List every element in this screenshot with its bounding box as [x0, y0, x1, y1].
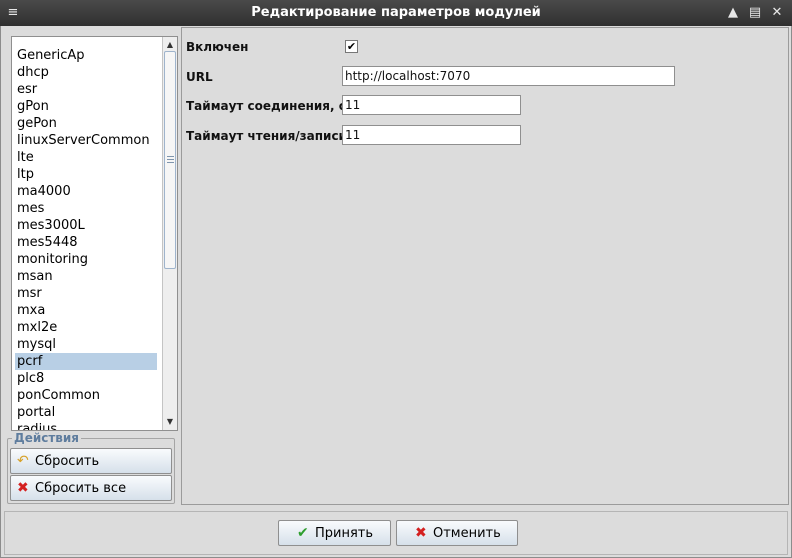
list-item[interactable]: plc8 [15, 370, 157, 387]
conn-timeout-field[interactable]: 11 [342, 95, 521, 115]
accept-button[interactable]: ✔ Принять [278, 520, 391, 546]
list-item[interactable]: msan [15, 268, 157, 285]
list-item[interactable]: mxa [15, 302, 157, 319]
accept-button-label: Принять [315, 526, 374, 541]
list-item[interactable]: radius [15, 421, 157, 430]
minimize-icon[interactable]: ▲ [724, 4, 742, 22]
list-item[interactable]: esr [15, 81, 157, 98]
list-item[interactable]: mes [15, 200, 157, 217]
list-item[interactable]: mxl2e [15, 319, 157, 336]
rw-timeout-label: Таймаут чтения/записи, с [186, 129, 363, 143]
list-item[interactable]: gPon [15, 98, 157, 115]
checkmark-icon: ✔ [346, 40, 357, 53]
scrollbar-thumb[interactable] [164, 51, 176, 269]
list-item[interactable]: linuxServerCommon [15, 132, 157, 149]
list-item[interactable]: lte [15, 149, 157, 166]
list-item[interactable]: msr [15, 285, 157, 302]
list-item[interactable]: dhcp [15, 64, 157, 81]
list-item[interactable]: ma4000 [15, 183, 157, 200]
reset-button[interactable]: ↶ Сбросить [10, 448, 172, 474]
url-field[interactable]: http://localhost:7070 [342, 66, 675, 86]
left-panel: GenericAp dhcp esr gPon gePon linuxServerComm… [5, 30, 178, 504]
list-item[interactable]: ltp [15, 166, 157, 183]
close-icon[interactable]: ✕ [768, 4, 786, 22]
green-check-icon: ✔ [297, 525, 309, 541]
list-item[interactable]: mysql [15, 336, 157, 353]
maximize-icon[interactable]: ▤ [746, 4, 764, 22]
module-list[interactable]: GenericAp dhcp esr gPon gePon linuxServerComm… [11, 36, 178, 431]
actions-group: Действия ↶ Сбросить ✖ Сбросить все [7, 431, 175, 504]
red-x-icon: ✖ [17, 480, 29, 496]
list-item[interactable]: ponCommon [15, 387, 157, 404]
list-item[interactable]: portal [15, 404, 157, 421]
cancel-button[interactable]: ✖ Отменить [396, 520, 518, 546]
scroll-up-arrow-icon[interactable]: ▲ [163, 38, 177, 52]
conn-timeout-label: Таймаут соединения, с [186, 99, 346, 113]
actions-legend: Действия [12, 431, 82, 445]
scrollbar-grip-icon [167, 156, 174, 163]
red-x-icon: ✖ [415, 525, 427, 541]
list-item[interactable]: gePon [15, 115, 157, 132]
cancel-button-label: Отменить [433, 526, 501, 541]
list-item[interactable]: monitoring [15, 251, 157, 268]
dialog-button-bar: ✔ Принять ✖ Отменить [4, 511, 788, 555]
main-window: GenericAp dhcp esr gPon gePon linuxServerComm… [0, 26, 792, 558]
enabled-label: Включен [186, 40, 249, 54]
window-title: Редактирование параметров модулей [251, 5, 541, 20]
module-list-scrollbar[interactable]: ▲ ▼ [162, 37, 177, 430]
list-item[interactable]: mes3000L [15, 217, 157, 234]
undo-icon: ↶ [17, 453, 29, 469]
settings-panel: Включен ✔ URL http://localhost:7070 Тайм… [181, 27, 789, 505]
list-item[interactable]: mes5448 [15, 234, 157, 251]
list-item[interactable]: pcrf [15, 353, 157, 370]
reset-all-button-label: Сбросить все [35, 481, 127, 496]
list-item[interactable]: GenericAp [15, 47, 157, 64]
module-list-items: GenericAp dhcp esr gPon gePon linuxServerComm… [15, 47, 157, 430]
url-label: URL [186, 70, 213, 84]
reset-all-button[interactable]: ✖ Сбросить все [10, 475, 172, 501]
reset-button-label: Сбросить [35, 454, 100, 469]
scroll-down-arrow-icon[interactable]: ▼ [163, 415, 177, 429]
enabled-checkbox[interactable]: ✔ [345, 40, 358, 53]
rw-timeout-field[interactable]: 11 [342, 125, 521, 145]
title-bar[interactable]: ≡ Редактирование параметров модулей ▲ ▤ … [0, 0, 792, 26]
